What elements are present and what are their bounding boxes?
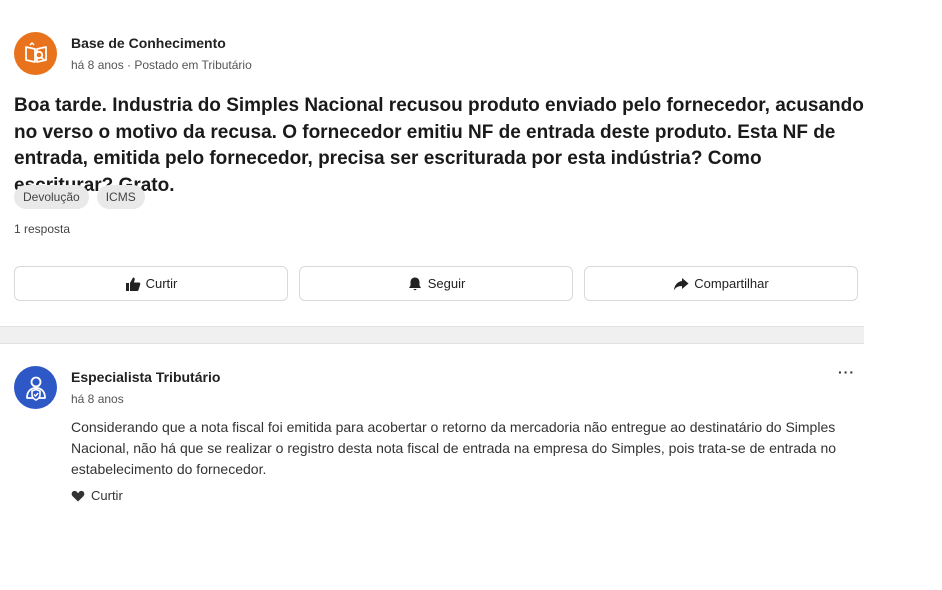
follow-button-label: Seguir [427, 276, 466, 291]
section-divider [0, 326, 864, 344]
answer-author-name[interactable]: Especialista Tributário [71, 368, 220, 386]
question-title: Boa tarde. Industria do Simples Nacional… [14, 95, 864, 196]
share-arrow-icon [673, 276, 689, 292]
like-button[interactable]: Curtir [14, 266, 288, 301]
answer-author: Especialista Tributário há 8 anos [14, 366, 220, 409]
answer-like-label: Curtir [91, 488, 123, 503]
tag-icms[interactable]: ICMS [96, 185, 145, 209]
post-author: Base de Conhecimento há 8 anos · Postado… [14, 32, 252, 75]
book-search-icon[interactable] [14, 32, 57, 75]
like-button-label: Curtir [145, 276, 178, 291]
share-button[interactable]: Compartilhar [584, 266, 858, 301]
thumbs-up-icon [125, 276, 141, 292]
post-author-name[interactable]: Base de Conhecimento [71, 34, 252, 52]
answer-like-button[interactable]: Curtir [71, 488, 123, 503]
tag-list: Devolução ICMS [14, 185, 145, 209]
heart-icon [71, 489, 85, 503]
follow-button[interactable]: Seguir [299, 266, 573, 301]
tag-devolucao[interactable]: Devolução [14, 185, 89, 209]
expert-shield-icon[interactable] [14, 366, 57, 409]
answer-text: Considerando que a nota fiscal foi emiti… [71, 419, 837, 477]
post-meta: há 8 anos · Postado em Tributário [71, 57, 252, 72]
post-actions: Curtir Seguir Compartilhar [14, 266, 858, 301]
bell-icon [407, 276, 423, 292]
share-button-label: Compartilhar [694, 276, 769, 291]
more-options-button[interactable]: ··· [838, 364, 855, 380]
answers-count: 1 resposta [14, 222, 71, 236]
answer-meta: há 8 anos [71, 391, 124, 406]
